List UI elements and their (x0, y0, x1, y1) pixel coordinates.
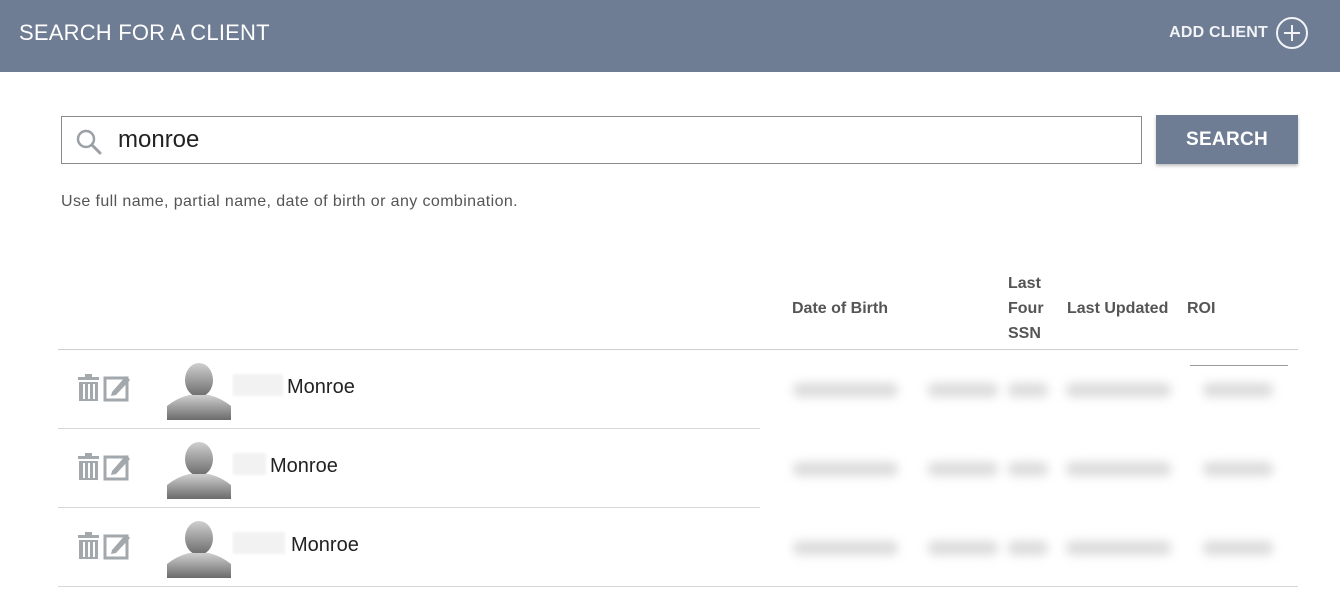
table-row[interactable]: Monroe (58, 508, 1298, 587)
add-client-label: ADD CLIENT (1169, 24, 1268, 41)
blurred-value (928, 383, 998, 397)
add-client-button[interactable]: ADD CLIENT (1169, 16, 1308, 50)
top-bar: SEARCH FOR A CLIENT ADD CLIENT (0, 0, 1340, 72)
redacted-first-name (233, 532, 285, 554)
plus-circle-icon (1276, 17, 1308, 49)
column-header-last-updated[interactable]: Last Updated (1067, 296, 1168, 321)
column-header-ssn[interactable]: Last Four SSN (1008, 271, 1048, 346)
table-row[interactable]: Monroe (58, 429, 1298, 508)
trash-icon[interactable] (76, 451, 101, 481)
blurred-dob (793, 383, 898, 397)
edit-icon[interactable] (103, 451, 132, 481)
row-divider (58, 586, 1298, 587)
client-last-name[interactable]: Monroe (287, 376, 355, 399)
blurred-roi (1203, 383, 1273, 397)
table-row[interactable]: Monroe (58, 350, 1298, 429)
edit-icon[interactable] (103, 530, 132, 560)
blurred-last-updated (1066, 462, 1171, 476)
blurred-dob (793, 462, 898, 476)
blurred-last-updated (1066, 383, 1171, 397)
blurred-value (928, 541, 998, 555)
trash-icon[interactable] (76, 372, 101, 402)
client-last-name[interactable]: Monroe (291, 534, 359, 557)
column-header-roi[interactable]: ROI (1187, 296, 1215, 321)
blurred-roi (1203, 462, 1273, 476)
avatar (167, 441, 231, 499)
search-hint: Use full name, partial name, date of bir… (61, 193, 519, 210)
redacted-first-name (233, 453, 266, 475)
blurred-ssn (1008, 462, 1048, 476)
avatar (167, 362, 231, 420)
blurred-ssn (1008, 383, 1048, 397)
search-input[interactable] (118, 125, 1118, 155)
column-header-dob[interactable]: Date of Birth (792, 296, 888, 321)
page-title: SEARCH FOR A CLIENT (19, 20, 270, 45)
edit-icon[interactable] (103, 372, 132, 402)
trash-icon[interactable] (76, 530, 101, 560)
search-box[interactable] (61, 116, 1142, 164)
blurred-ssn (1008, 541, 1048, 555)
blurred-value (928, 462, 998, 476)
blurred-dob (793, 541, 898, 555)
search-icon (76, 129, 102, 155)
redacted-first-name (233, 374, 283, 396)
avatar (167, 520, 231, 578)
client-last-name[interactable]: Monroe (270, 455, 338, 478)
blurred-roi (1203, 541, 1273, 555)
blurred-last-updated (1066, 541, 1171, 555)
search-button[interactable]: SEARCH (1156, 115, 1298, 164)
